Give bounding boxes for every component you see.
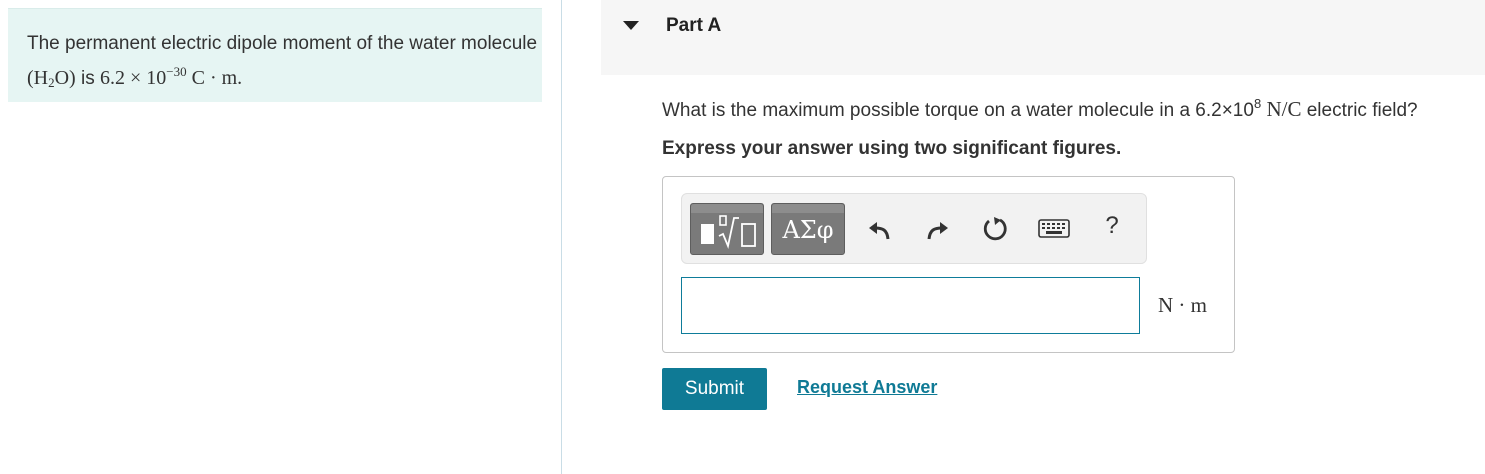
answer-unit: N · m [1158, 293, 1207, 317]
submit-button[interactable]: Submit [662, 368, 767, 410]
request-answer-link[interactable]: Request Answer [797, 377, 937, 398]
templates-icon [701, 224, 714, 244]
undo-icon[interactable] [865, 214, 895, 244]
part-title: Part A [666, 15, 722, 36]
dipole-value: 6.2 × 10−30 C · m. [100, 64, 243, 89]
answer-box: ΑΣφ ? N · m [662, 176, 1235, 353]
keyboard-icon[interactable] [1038, 218, 1070, 240]
part-header[interactable]: Part A [601, 0, 1485, 75]
reset-icon[interactable] [980, 214, 1010, 244]
math-toolbar: ΑΣφ ? [681, 193, 1147, 264]
radical-icon [718, 215, 756, 250]
molecule-formula: (H2O) [27, 67, 76, 90]
answer-input[interactable] [681, 277, 1140, 334]
redo-icon[interactable] [922, 214, 952, 244]
question-text: What is the maximum possible torque on a… [662, 96, 1418, 121]
caret-down-icon[interactable] [623, 21, 639, 30]
instruction-text: Express your answer using two significan… [662, 138, 1122, 159]
column-divider [561, 0, 562, 474]
field-unit: N/C [1261, 97, 1302, 121]
templates-button[interactable] [690, 203, 764, 255]
symbols-button[interactable]: ΑΣφ [771, 203, 845, 255]
problem-statement: The permanent electric dipole moment of … [8, 8, 542, 102]
help-button[interactable]: ? [1100, 212, 1124, 242]
problem-text: The permanent electric dipole moment of … [27, 33, 538, 54]
